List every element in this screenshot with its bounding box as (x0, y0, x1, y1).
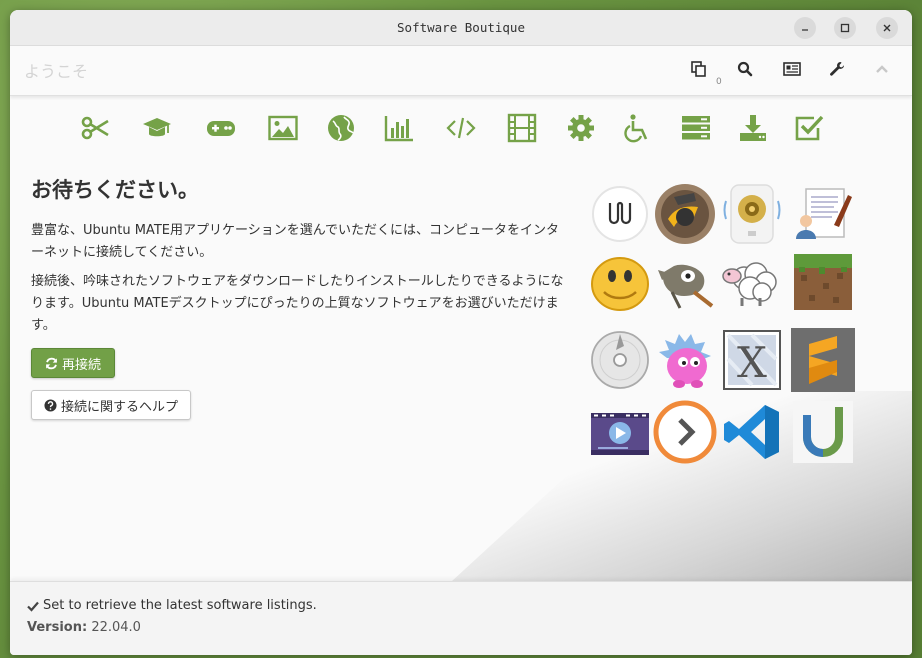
creature-icon (659, 334, 711, 388)
download-icon (740, 115, 766, 141)
sheep-icon (722, 262, 777, 306)
gimp-icon (658, 264, 714, 309)
grass-block-icon (794, 254, 852, 310)
bar-chart-icon (384, 116, 413, 142)
reconnect-button[interactable]: 再接続 (31, 348, 116, 378)
wheelchair-icon (624, 114, 648, 143)
vscode-icon (724, 405, 779, 459)
toolbar: ようこそ 0 (10, 46, 912, 96)
code-icon (446, 117, 476, 139)
arrow-circle-icon (653, 400, 717, 464)
app-icon-sheep (720, 250, 784, 314)
category-graphics[interactable] (265, 110, 301, 146)
document-user-icon (796, 188, 852, 239)
maximize-icon (840, 23, 850, 33)
category-education[interactable] (139, 110, 175, 146)
status-footer: Set to retrieve the latest software list… (10, 581, 912, 655)
category-universal-access[interactable] (619, 110, 655, 146)
gear-icon (568, 115, 594, 141)
question-circle-icon (44, 398, 57, 412)
globe-icon (328, 115, 354, 141)
version-value: 22.04.0 (91, 620, 141, 635)
category-servers[interactable] (678, 110, 714, 146)
preferences-button[interactable] (820, 54, 854, 84)
status-line: Set to retrieve the latest software list… (27, 598, 317, 613)
main-content: お待ちください。 豊富な、Ubuntu MATE用アプリケーションを選んでいただ… (31, 170, 571, 420)
category-sound-video[interactable] (504, 110, 540, 146)
app-icon-xorg: X (720, 328, 784, 392)
category-internet[interactable] (323, 110, 359, 146)
news-button[interactable] (775, 54, 809, 84)
search-button[interactable] (728, 54, 762, 84)
app-window: Software Boutique ようこそ 0 お待ちください。 豊富な、Ub… (10, 10, 912, 655)
queue-button[interactable] (682, 54, 716, 84)
close-icon (883, 24, 891, 32)
connection-help-label: 接続に関するヘルプ (61, 399, 179, 415)
minimize-icon (802, 29, 808, 31)
u-icon (793, 401, 853, 463)
app-icon-openshot (653, 182, 717, 246)
app-icon-video-player (588, 402, 652, 466)
category-fixes[interactable] (791, 110, 827, 146)
app-icon-ulauncher (791, 400, 855, 464)
window-title: Software Boutique (397, 20, 525, 35)
checkbox-icon (795, 115, 824, 141)
search-icon (737, 61, 753, 77)
version-line: Version: 22.04.0 (27, 620, 141, 635)
app-icon-vscode (720, 400, 784, 464)
titlebar: Software Boutique (10, 10, 912, 46)
wrench-icon (830, 62, 845, 76)
graduation-cap-icon (143, 118, 171, 137)
scroll-top-button[interactable] (865, 54, 899, 84)
paragraph-info: 接続後、吟味されたソフトウェアをダウンロードしたりインストールしたりできるように… (31, 274, 564, 333)
minimize-button[interactable] (794, 17, 816, 39)
server-icon (682, 116, 710, 140)
page-title: ようこそ (24, 62, 89, 81)
speaker-icon (723, 184, 781, 244)
app-icon-disc-burner (588, 328, 652, 392)
category-games[interactable] (203, 110, 239, 146)
category-accessories[interactable] (77, 110, 113, 146)
app-icon-minetest (791, 250, 855, 314)
picture-icon (268, 115, 298, 141)
version-label: Version: (27, 620, 88, 635)
app-icon-launcher (653, 400, 717, 464)
connection-help-button[interactable]: 接続に関するヘルプ (31, 390, 192, 420)
category-bar (10, 110, 912, 146)
app-icon-pink-creature (653, 328, 717, 392)
category-system-tools[interactable] (563, 110, 599, 146)
chevron-up-icon (876, 65, 888, 73)
category-office[interactable] (381, 110, 417, 146)
x-window-icon: X (723, 330, 781, 390)
queue-icon (691, 61, 706, 77)
news-icon (783, 62, 801, 76)
disc-icon (591, 331, 649, 389)
gamepad-icon (207, 121, 235, 136)
scissors-icon (81, 116, 109, 140)
film-icon (507, 113, 537, 143)
app-icon-emoji (588, 250, 652, 314)
refresh-icon (45, 357, 58, 369)
check-icon (27, 601, 39, 612)
category-more-software[interactable] (735, 110, 771, 146)
app-icon-document-editor (791, 182, 855, 246)
status-text: Set to retrieve the latest software list… (43, 598, 317, 613)
wire-icon (592, 186, 648, 242)
smiley-icon (591, 257, 649, 311)
page-heading: お待ちください。 (31, 178, 199, 202)
maximize-button[interactable] (834, 17, 856, 39)
paragraph-connect: 豊富な、Ubuntu MATE用アプリケーションを選んでいただくには、コンピュー… (31, 223, 560, 260)
queue-count: 0 (716, 77, 722, 87)
app-icon-sublime-text (791, 328, 855, 392)
sublime-icon (791, 328, 855, 392)
app-icon-speaker-test (720, 182, 784, 246)
app-icon-wire (588, 182, 652, 246)
reconnect-label: 再接続 (62, 357, 102, 373)
openshot-icon (655, 184, 715, 244)
close-button[interactable] (876, 17, 898, 39)
video-player-icon (591, 413, 649, 455)
app-icon-gimp (653, 250, 717, 314)
category-programming[interactable] (443, 110, 479, 146)
svg-text:X: X (737, 338, 767, 387)
